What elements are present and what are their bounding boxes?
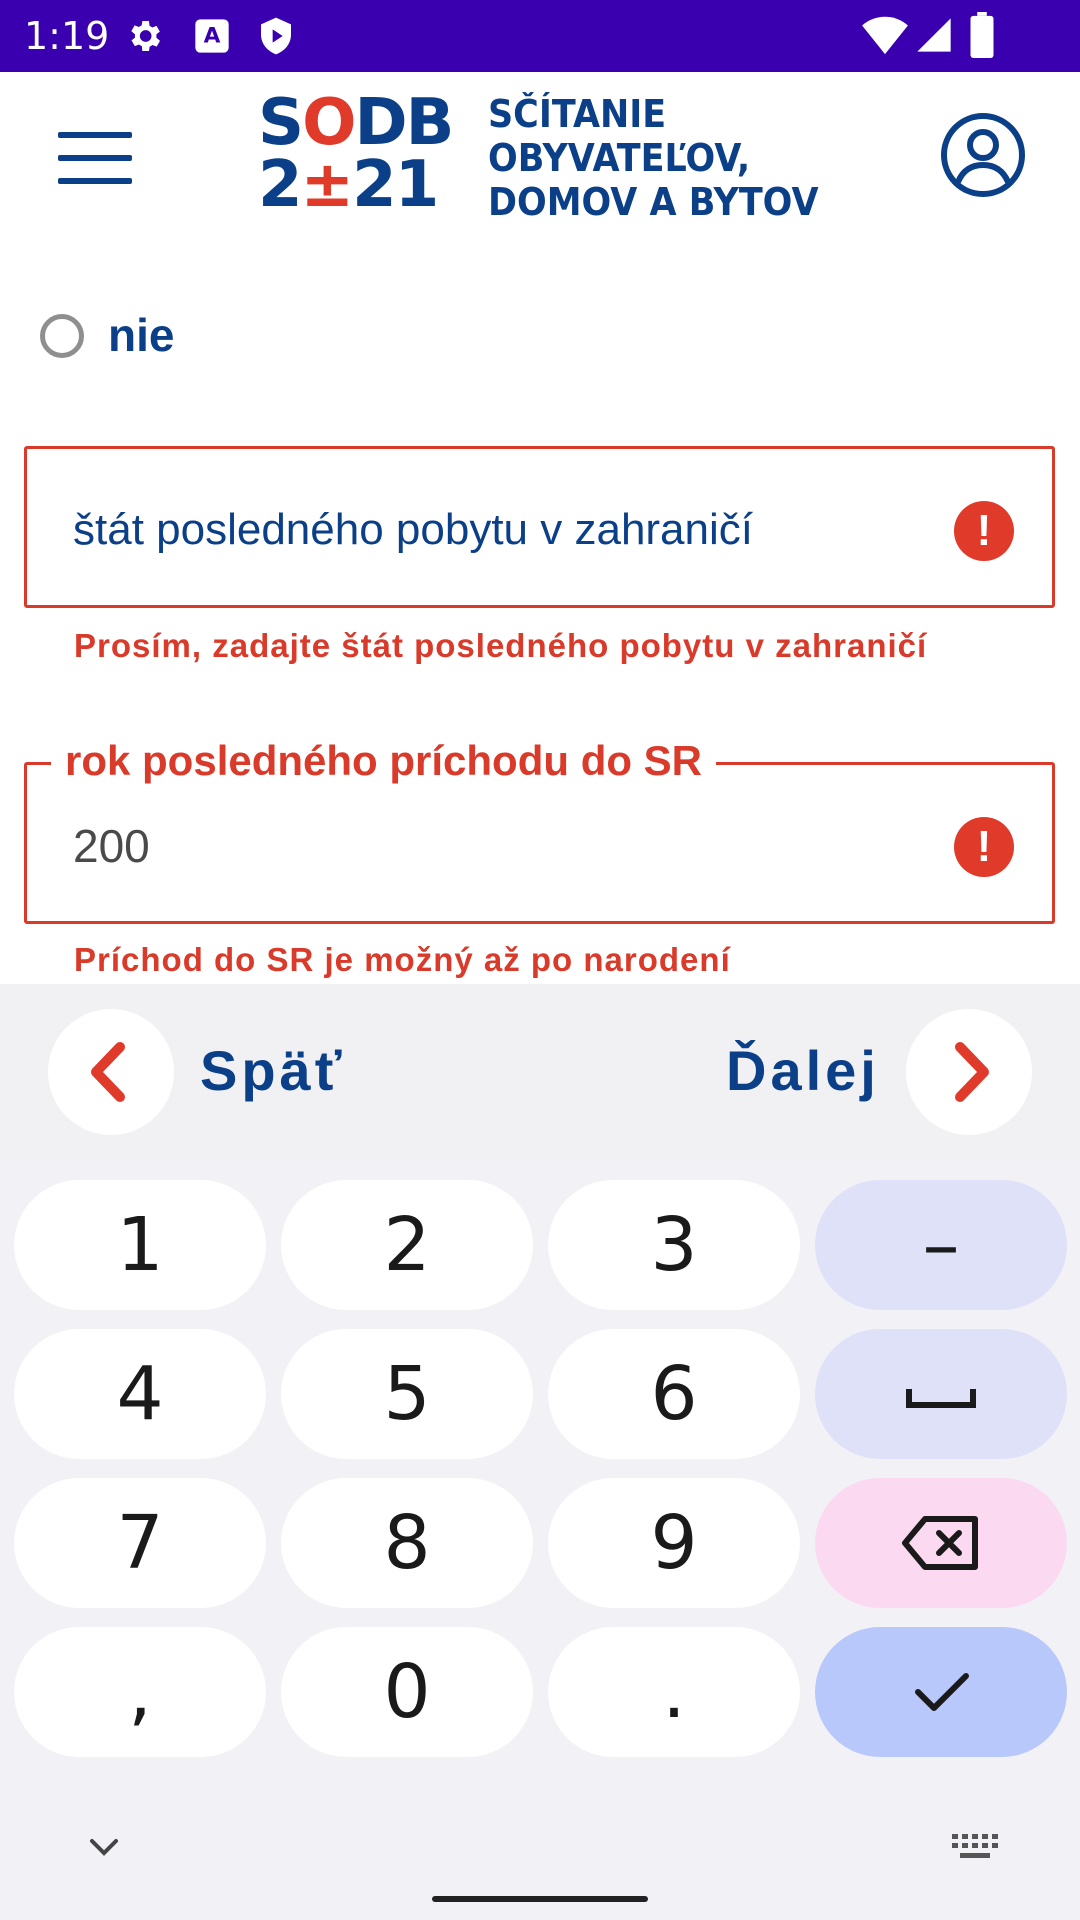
error-icon: ! xyxy=(954,501,1014,561)
key-period[interactable]: . xyxy=(548,1627,800,1757)
country-field-error: Prosím, zadajte štát posledného pobytu v… xyxy=(74,627,928,664)
keyboard-a-icon: A xyxy=(195,19,229,53)
back-button[interactable] xyxy=(48,1009,174,1135)
user-profile-icon xyxy=(941,113,1025,197)
hamburger-icon-bar xyxy=(58,132,132,138)
logo-title-line: SČÍTANIE xyxy=(488,92,667,136)
arrival-year-field[interactable]: rok posledného príchodu do SR 200 ! xyxy=(24,737,1055,924)
space-icon xyxy=(906,1389,976,1408)
key-0[interactable]: 0 xyxy=(281,1627,533,1757)
status-bar: 1:19 A xyxy=(0,0,1080,72)
key-done[interactable] xyxy=(815,1627,1067,1757)
numeric-keyboard: 1 2 3 – 4 5 6 7 8 9 , 0 . xyxy=(0,1160,1080,1920)
country-field-placeholder: štát posledného pobytu v zahraničí xyxy=(73,505,754,554)
logo-title-line: OBYVATEĽOV, xyxy=(488,136,751,180)
hamburger-icon-bar xyxy=(58,155,132,161)
play-shield-icon xyxy=(261,17,291,55)
logo-title: SČÍTANIE OBYVATEĽOV, DOMOV A BYTOV xyxy=(488,92,848,224)
logo-line-1: SODB xyxy=(258,86,454,160)
logo-line-2: 2±21 xyxy=(258,148,439,222)
key-7[interactable]: 7 xyxy=(14,1478,266,1608)
battery-icon xyxy=(970,12,994,58)
gear-icon xyxy=(131,21,160,51)
sodb-logo: SODB 2±21 xyxy=(258,86,454,222)
wifi-icon xyxy=(862,16,908,55)
key-2[interactable]: 2 xyxy=(281,1180,533,1310)
chevron-left-icon xyxy=(91,1042,125,1102)
arrival-year-value: 200 xyxy=(73,820,150,872)
next-button[interactable] xyxy=(906,1009,1032,1135)
key-9[interactable]: 9 xyxy=(548,1478,800,1608)
hide-keyboard-chevron-down-icon[interactable] xyxy=(86,1832,122,1862)
hamburger-menu-button[interactable] xyxy=(58,132,132,184)
key-comma[interactable]: , xyxy=(14,1627,266,1757)
key-backspace[interactable] xyxy=(815,1478,1067,1608)
status-time: 1:19 xyxy=(24,14,110,58)
profile-button[interactable] xyxy=(940,112,1026,198)
key-1[interactable]: 1 xyxy=(14,1180,266,1310)
arrival-year-label: rok posledného príchodu do SR xyxy=(51,737,717,785)
error-icon: ! xyxy=(954,817,1014,877)
key-8[interactable]: 8 xyxy=(281,1478,533,1608)
country-last-residence-field[interactable]: štát posledného pobytu v zahraničí ! xyxy=(24,446,1055,608)
key-space[interactable] xyxy=(815,1329,1067,1459)
key-6[interactable]: 6 xyxy=(548,1329,800,1459)
checkmark-icon xyxy=(915,1673,969,1711)
hamburger-icon-bar xyxy=(58,178,132,184)
logo-title-line: DOMOV A BYTOV xyxy=(488,180,819,224)
key-3[interactable]: 3 xyxy=(548,1180,800,1310)
switch-keyboard-icon[interactable] xyxy=(950,1830,1000,1864)
radio-label-nie: nie xyxy=(108,309,175,361)
key-4[interactable]: 4 xyxy=(14,1329,266,1459)
signal-icon xyxy=(917,18,951,52)
arrival-year-error: Príchod do SR je možný až po narodení xyxy=(74,941,731,978)
next-label[interactable]: Ďalej xyxy=(726,1038,880,1103)
key-dash[interactable]: – xyxy=(815,1180,1067,1310)
chevron-right-icon xyxy=(955,1042,989,1102)
backspace-icon xyxy=(902,1516,978,1570)
key-5[interactable]: 5 xyxy=(281,1329,533,1459)
home-indicator[interactable] xyxy=(432,1896,648,1902)
back-label[interactable]: Späť xyxy=(200,1038,346,1103)
app-header: SODB 2±21 SČÍTANIE OBYVATEĽOV, DOMOV A B… xyxy=(0,72,1080,242)
radio-button-nie[interactable] xyxy=(40,314,84,358)
svg-text:A: A xyxy=(204,24,221,49)
navigation-bar: Späť Ďalej xyxy=(0,984,1080,1160)
